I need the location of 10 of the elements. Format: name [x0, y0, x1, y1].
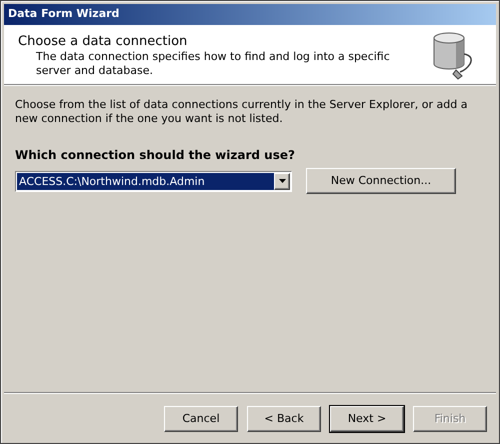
connection-dropdown[interactable]: ACCESS.C:\Northwind.mdb.Admin [15, 170, 292, 192]
header-description: The data connection specifies how to find and log into a specific server and database. [35, 50, 391, 78]
wizard-button[interactable]: Cancel [164, 406, 238, 432]
window-title: Data Form Wizard [8, 6, 120, 22]
instructions-text: Choose from the list of data connections currently in the Server Explorer, or add a new connection if the one you want is not listed. [15, 98, 468, 126]
wizard-button[interactable]: Next > [330, 406, 404, 432]
new-connection-button[interactable]: New Connection... [306, 168, 456, 194]
wizard-button[interactable]: < Back [247, 406, 321, 432]
connection-label: Which connection should the wizard use? [15, 147, 296, 164]
header-title: Choose a data connection [18, 34, 188, 49]
